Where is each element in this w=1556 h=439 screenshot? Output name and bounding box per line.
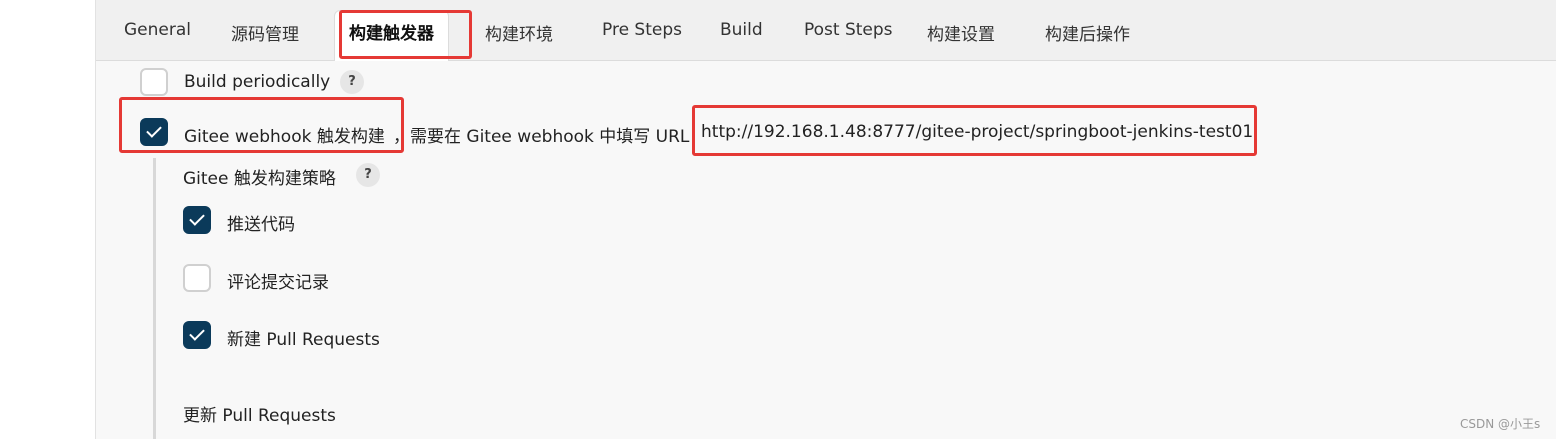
gitee-webhook-note: ，需要在 Gitee webhook 中填写 URL [393,127,690,147]
new-pull-request-label: 新建 Pull Requests [227,330,380,350]
gitee-webhook-label: Gitee webhook 触发构建 [184,127,385,147]
config-tab-bar: General 源码管理 构建触发器 构建环境 Pre Steps Build … [96,0,1556,61]
gitee-webhook-url: http://192.168.1.48:8777/gitee-project/s… [701,122,1254,142]
tab-build-environment[interactable]: 构建环境 [485,20,553,45]
tab-source-code-management[interactable]: 源码管理 [231,20,299,45]
tab-build-settings[interactable]: 构建设置 [927,20,995,45]
build-periodically-checkbox[interactable] [140,68,168,96]
tab-pre-steps[interactable]: Pre Steps [602,20,682,40]
gitee-strategy-title: Gitee 触发构建策略 [183,169,336,189]
tab-post-build-actions[interactable]: 构建后操作 [1045,20,1130,45]
comment-commit-checkbox[interactable] [183,264,211,292]
push-code-label: 推送代码 [227,215,295,235]
watermark: CSDN @小王s [1460,417,1541,431]
build-periodically-help-icon[interactable]: ? [340,70,364,94]
new-pull-request-checkbox[interactable] [183,321,211,349]
tab-post-steps[interactable]: Post Steps [804,20,893,40]
push-code-checkbox[interactable] [183,206,211,234]
main-panel: General 源码管理 构建触发器 构建环境 Pre Steps Build … [96,0,1556,439]
build-periodically-label: Build periodically [184,72,331,92]
gitee-webhook-checkbox[interactable] [140,118,168,146]
update-pull-request-label: 更新 Pull Requests [183,406,336,426]
tab-general[interactable]: General [124,20,191,40]
tab-build[interactable]: Build [720,20,763,40]
nested-section-indicator [153,158,156,439]
gitee-strategy-help-icon[interactable]: ? [356,163,380,187]
left-gutter [0,0,96,439]
tab-build-triggers[interactable]: 构建触发器 [334,10,449,61]
comment-commit-label: 评论提交记录 [227,273,329,293]
